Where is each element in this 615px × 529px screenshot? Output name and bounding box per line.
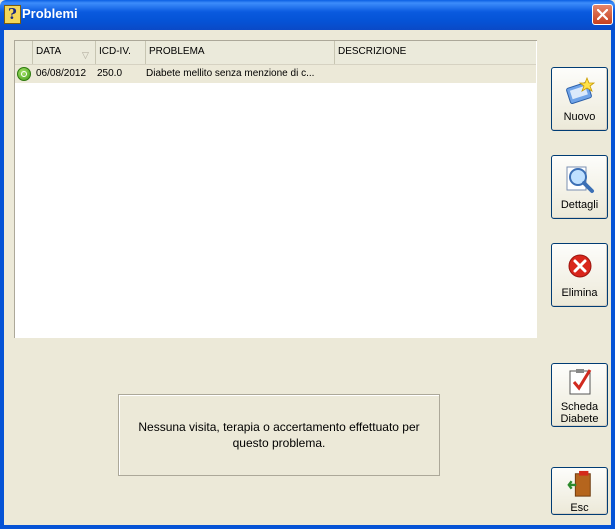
no-activity-message-panel: Nessuna visita, terapia o accertamento e… (118, 394, 440, 476)
cell-data: 06/08/2012 (36, 68, 87, 79)
problems-grid[interactable]: DATA ▽ ICD-IV. PROBLEMA DESCRIZIONE 06/0… (14, 40, 537, 338)
window-frame-right (611, 30, 615, 529)
delete-icon (568, 254, 592, 278)
window-frame-left (0, 30, 4, 529)
esc-label: Esc (570, 502, 589, 514)
nuovo-label: Nuovo (563, 111, 596, 123)
checklist-icon (569, 369, 592, 395)
header-descrizione[interactable]: DESCRIZIONE (335, 41, 536, 64)
magnifier-icon (566, 166, 594, 193)
nuovo-button[interactable]: Nuovo (551, 67, 608, 131)
window-title: Problemi (22, 6, 78, 21)
message-line2: questo problema. (232, 436, 326, 450)
header-data[interactable]: DATA ▽ (33, 41, 96, 64)
header-data-label: DATA (36, 46, 62, 57)
header-problema[interactable]: PROBLEMA (146, 41, 335, 64)
elimina-button[interactable]: Elimina (551, 243, 608, 307)
window-frame-bottom (0, 525, 615, 529)
message-line1: Nessuna visita, terapia o accertamento e… (138, 420, 420, 434)
close-button[interactable] (592, 4, 613, 25)
cell-descrizione (335, 65, 538, 83)
active-status-icon (17, 67, 31, 81)
cell-icd: 250.0 (97, 68, 123, 79)
table-row[interactable]: 06/08/2012 250.0 Diabete mellito senza m… (15, 65, 536, 83)
new-record-icon (566, 76, 595, 104)
title-bar: ? Problemi (0, 0, 615, 30)
grid-header: DATA ▽ ICD-IV. PROBLEMA DESCRIZIONE (15, 41, 536, 65)
close-icon (597, 9, 608, 20)
header-icd[interactable]: ICD-IV. (96, 41, 146, 64)
scheda-label-line2: Diabete (560, 413, 599, 425)
scheda-label-line1: Scheda (560, 401, 599, 413)
esc-button[interactable]: Esc (551, 467, 608, 515)
header-status-column[interactable] (15, 41, 33, 64)
dettagli-label: Dettagli (560, 199, 599, 211)
dettagli-button[interactable]: Dettagli (551, 155, 608, 219)
exit-door-icon (567, 470, 591, 497)
help-question-icon: ? (4, 5, 21, 24)
elimina-label: Elimina (561, 287, 598, 299)
no-activity-message: Nessuna visita, terapia o accertamento e… (119, 419, 439, 451)
scheda-diabete-button[interactable]: Scheda Diabete (551, 363, 608, 427)
sort-descending-icon: ▽ (82, 50, 89, 60)
cell-problema: Diabete mellito senza menzione di c... (146, 68, 315, 79)
